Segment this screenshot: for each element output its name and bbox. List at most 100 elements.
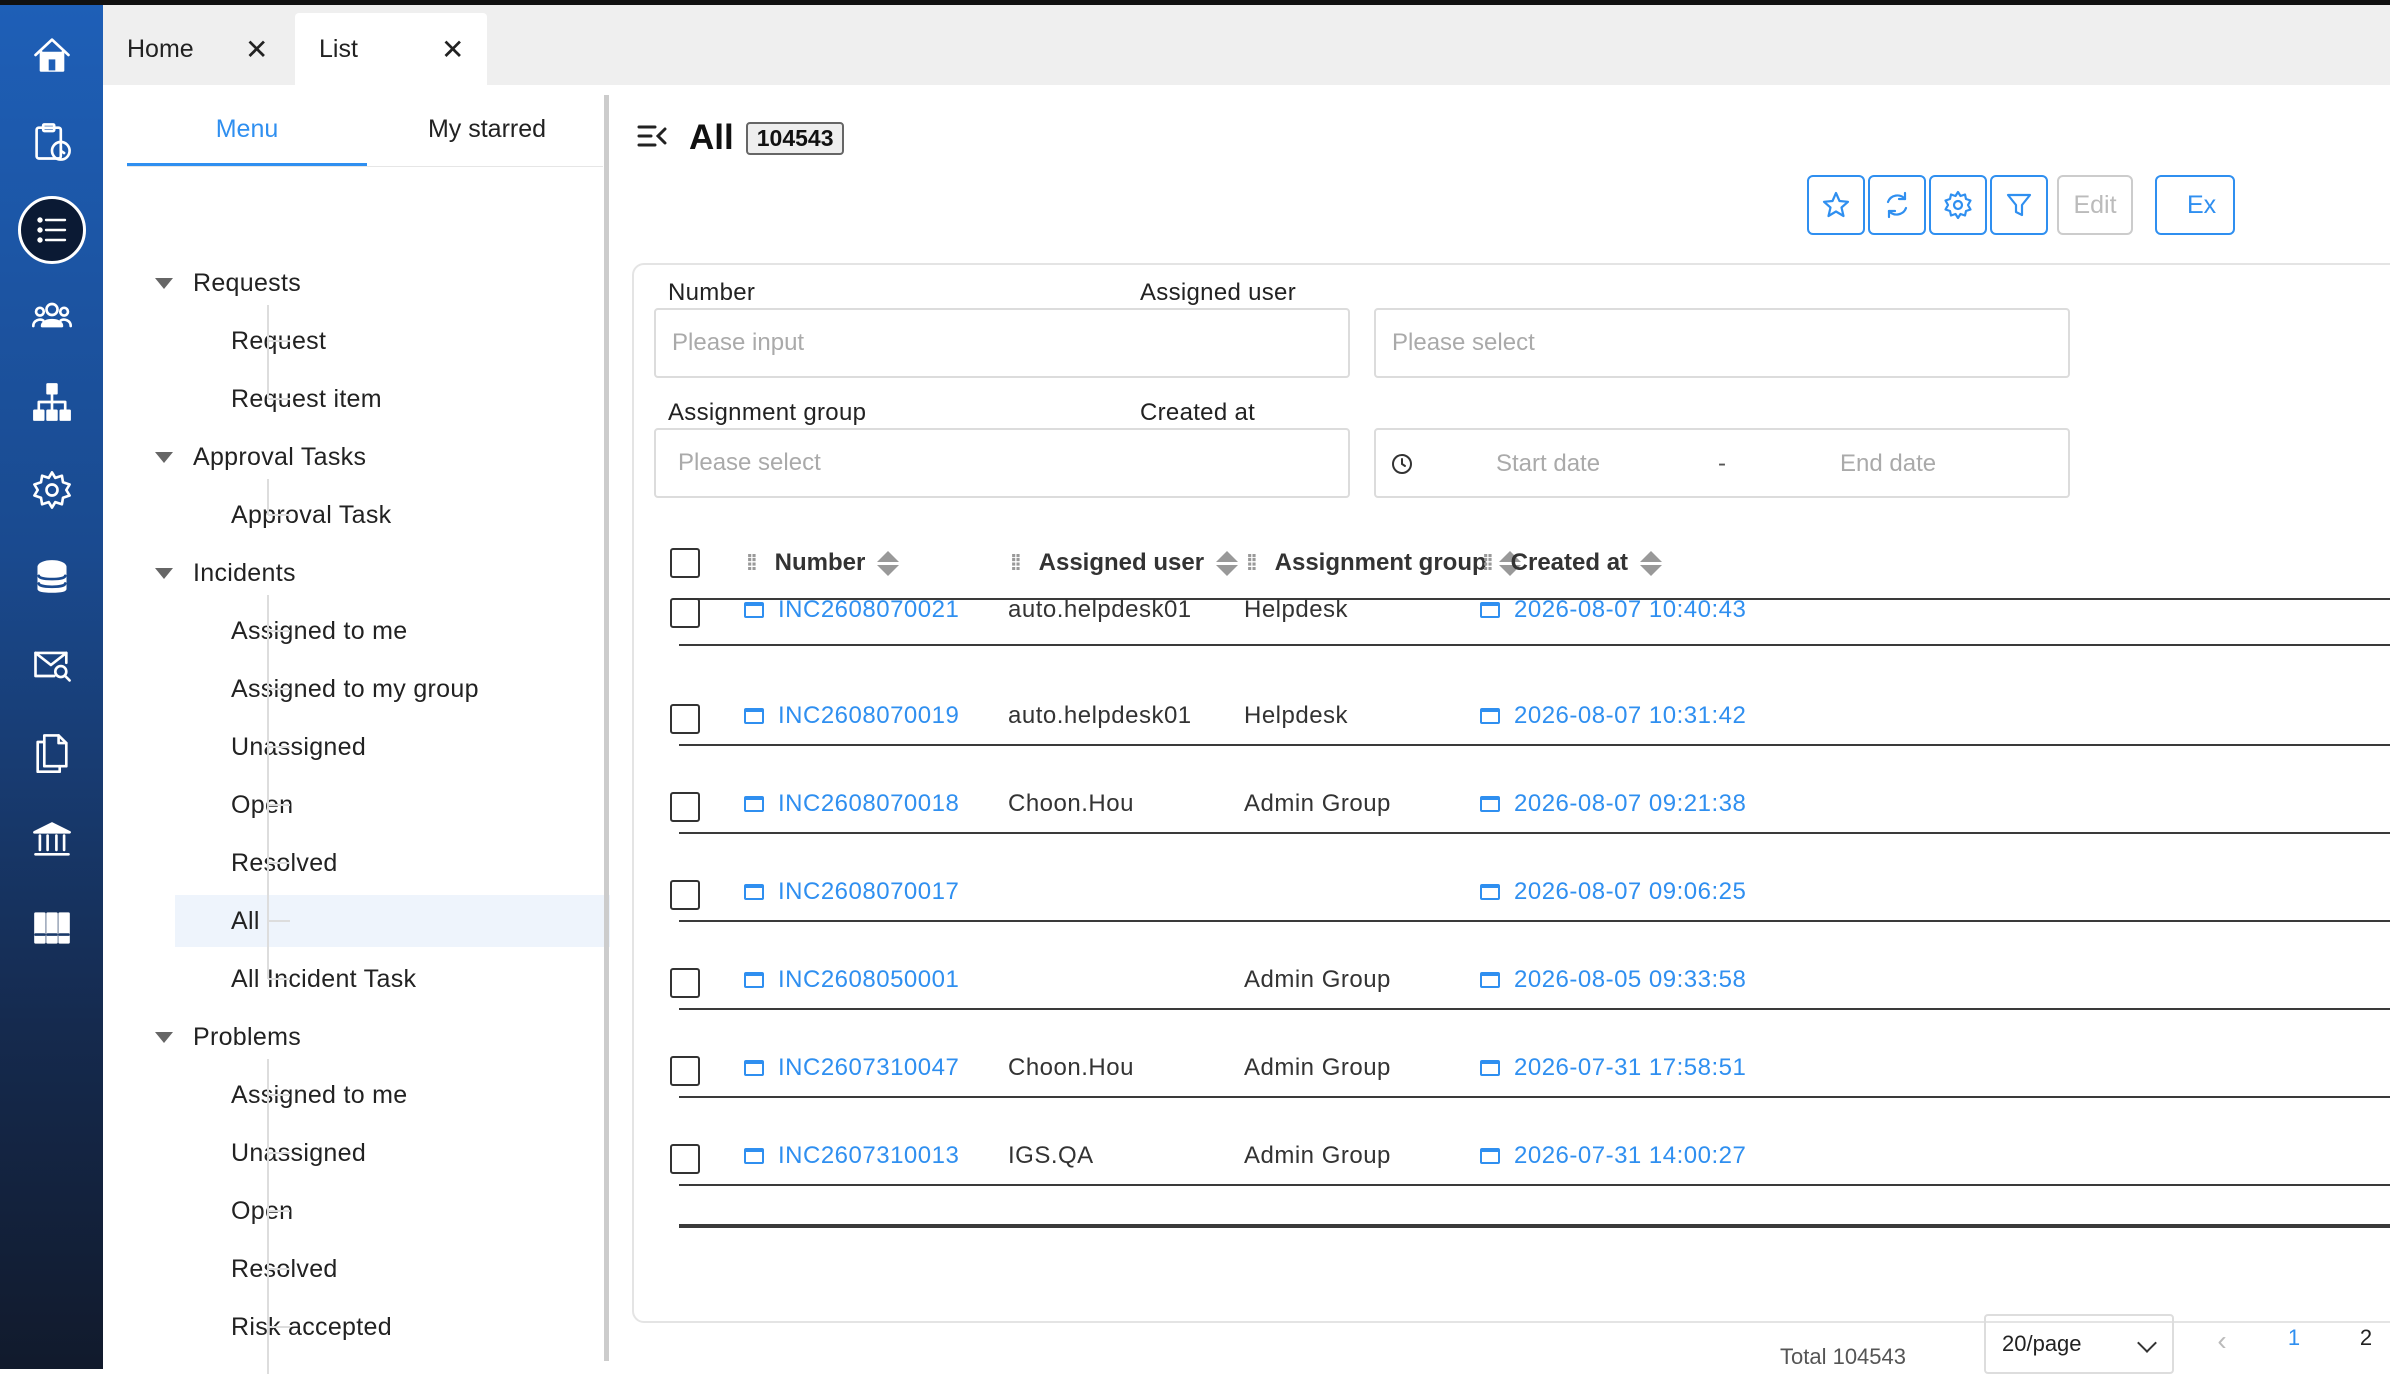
open-record-icon[interactable] [1480, 884, 1500, 900]
open-record-icon[interactable] [744, 602, 764, 618]
open-record-icon[interactable] [1480, 972, 1500, 988]
documents-icon[interactable] [0, 713, 103, 793]
row-checkbox[interactable] [670, 880, 700, 910]
start-date-input[interactable]: Start date [1496, 450, 1600, 478]
users-icon[interactable] [0, 275, 103, 355]
tab-list[interactable]: List ✕ [295, 13, 487, 85]
caret-down-icon[interactable] [155, 277, 173, 289]
caret-down-icon[interactable] [155, 451, 173, 463]
collapse-menu-icon[interactable] [635, 119, 669, 158]
edit-button[interactable]: Edit [2057, 175, 2133, 235]
open-record-icon[interactable] [744, 972, 764, 988]
row-checkbox[interactable] [670, 1056, 700, 1086]
column-header-created-at[interactable]: ⁞⁞ Created at [1482, 535, 1663, 591]
open-record-icon[interactable] [1480, 1060, 1500, 1076]
assigned-user-cell-text: auto.helpdesk01 [1008, 596, 1192, 623]
created-at-link[interactable]: 2026-08-07 09:21:38 [1480, 790, 1746, 818]
open-record-icon[interactable] [744, 884, 764, 900]
incident-number-link-text: INC2607310013 [778, 1142, 960, 1169]
incident-number-link[interactable]: INC2608070018 [744, 790, 959, 818]
column-header-number[interactable]: ⁞⁞ Number [746, 535, 900, 591]
settings-button[interactable] [1929, 175, 1987, 235]
column-header-assigned-user[interactable]: ⁞⁞ Assigned user [1010, 535, 1239, 591]
created-at-link-text: 2026-08-07 09:21:38 [1514, 790, 1747, 817]
prev-page-button[interactable]: ‹ [2200, 1325, 2244, 1365]
open-record-icon[interactable] [744, 1148, 764, 1164]
column-label: Assignment group [1274, 549, 1487, 576]
list-card: Number Assigned user Please select Assig… [632, 263, 2390, 1374]
sort-icon[interactable] [1640, 550, 1663, 576]
menu-group-incidents[interactable]: Incidents [103, 547, 663, 599]
list-icon[interactable] [0, 190, 103, 270]
tab-bar: Home ✕ List ✕ [103, 5, 2390, 85]
drag-handle-icon[interactable]: ⁞⁞ [1010, 550, 1022, 576]
row-checkbox[interactable] [670, 792, 700, 822]
number-input[interactable] [654, 308, 1350, 378]
row-checkbox[interactable] [670, 1144, 700, 1174]
tab-home[interactable]: Home ✕ [103, 13, 293, 85]
caret-down-icon[interactable] [155, 567, 173, 579]
org-chart-icon[interactable] [0, 362, 103, 442]
incident-number-link[interactable]: INC2607310047 [744, 1054, 959, 1082]
export-button[interactable]: Ex [2155, 175, 2235, 235]
open-record-icon[interactable] [1480, 796, 1500, 812]
caret-down-icon[interactable] [155, 1031, 173, 1043]
incident-number-link[interactable]: INC2608050001 [744, 966, 959, 994]
menu-group-approval-tasks[interactable]: Approval Tasks [103, 431, 663, 483]
close-icon[interactable]: ✕ [441, 33, 464, 66]
sort-icon[interactable] [1216, 550, 1239, 576]
incident-number-link[interactable]: INC2608070019 [744, 702, 959, 730]
assignment-group-select[interactable]: Please select [654, 428, 1350, 498]
gear-icon[interactable] [0, 450, 103, 530]
open-record-icon[interactable] [744, 796, 764, 812]
assigned-user-select[interactable]: Please select [1374, 308, 2070, 378]
incident-number-link[interactable]: INC2607310013 [744, 1142, 959, 1170]
row-checkbox[interactable] [670, 598, 700, 628]
page-1-button[interactable]: 1 [2272, 1325, 2316, 1374]
drag-handle-icon[interactable]: ⁞⁞ [746, 550, 758, 576]
filter-button[interactable] [1990, 175, 2048, 235]
created-at-link[interactable]: 2026-07-31 14:00:27 [1480, 1142, 1746, 1170]
page-2-button[interactable]: 2 [2344, 1325, 2388, 1365]
drag-handle-icon[interactable]: ⁞⁞ [1482, 550, 1494, 576]
home-icon[interactable] [0, 15, 103, 95]
menu-group-requests[interactable]: Requests [103, 257, 663, 309]
drag-handle-icon[interactable]: ⁞⁞ [1246, 550, 1258, 576]
sort-icon[interactable] [877, 550, 900, 576]
bank-icon[interactable] [0, 800, 103, 880]
created-at-link[interactable]: 2026-07-31 17:58:51 [1480, 1054, 1746, 1082]
row-checkbox[interactable] [670, 704, 700, 734]
close-icon[interactable]: ✕ [245, 33, 268, 66]
created-at-link[interactable]: 2026-08-07 09:06:25 [1480, 878, 1746, 906]
created-at-link[interactable]: 2026-08-07 10:40:43 [1480, 596, 1746, 624]
star-button[interactable] [1807, 175, 1865, 235]
open-record-icon[interactable] [1480, 1148, 1500, 1164]
panel-divider[interactable] [604, 95, 609, 1361]
record-count-badge: 104543 [745, 121, 845, 155]
created-at-link[interactable]: 2026-08-05 09:33:58 [1480, 966, 1746, 994]
assigned-user-cell-text: Choon.Hou [1008, 790, 1134, 817]
open-record-icon[interactable] [1480, 708, 1500, 724]
number-field[interactable] [672, 329, 1348, 357]
column-header-assignment-group[interactable]: ⁞⁞ Assignment group [1246, 535, 1521, 591]
open-record-icon[interactable] [744, 708, 764, 724]
menu-group-problems[interactable]: Problems [103, 1011, 663, 1063]
refresh-button[interactable] [1868, 175, 1926, 235]
page-size-select[interactable]: 20/page [1984, 1314, 2174, 1374]
tab-menu[interactable]: Menu [127, 115, 367, 167]
tab-my-starred[interactable]: My starred [367, 115, 607, 165]
end-date-input[interactable]: End date [1840, 450, 1936, 478]
select-all-checkbox[interactable] [670, 548, 700, 578]
open-record-icon[interactable] [744, 1060, 764, 1076]
incident-number-link[interactable]: INC2608070021 [744, 596, 959, 624]
created-at-range[interactable]: Start date - End date [1374, 428, 2070, 498]
row-checkbox[interactable] [670, 968, 700, 998]
open-record-icon[interactable] [1480, 602, 1500, 618]
mail-search-icon[interactable] [0, 625, 103, 705]
created-at-link[interactable]: 2026-08-07 10:31:42 [1480, 702, 1746, 730]
database-icon[interactable] [0, 538, 103, 618]
clipboard-clock-icon[interactable] [0, 102, 103, 182]
books-icon[interactable] [0, 888, 103, 968]
row-divider [679, 644, 2390, 646]
incident-number-link[interactable]: INC2608070017 [744, 878, 959, 906]
